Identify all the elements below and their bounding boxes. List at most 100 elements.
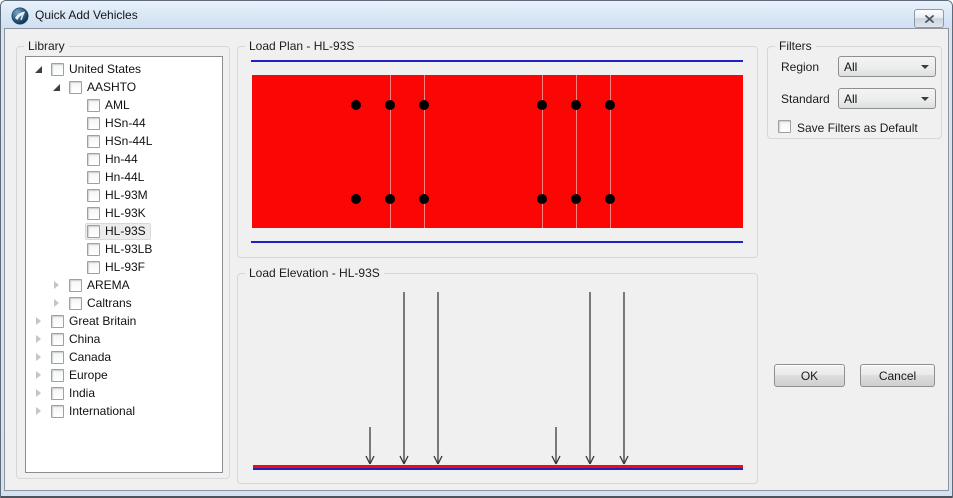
tree-item-hn-44l[interactable]: Hn-44L — [26, 168, 222, 186]
title-bar[interactable]: Quick Add Vehicles — [1, 1, 952, 29]
checkbox-hsn-44[interactable] — [87, 117, 100, 130]
filters-groupbox: Filters Region All Standard All Save Fil… — [767, 46, 942, 139]
wheel-dot — [351, 100, 361, 110]
tree-item-body-europe[interactable]: Europe — [49, 367, 113, 384]
tree-item-label: HSn-44 — [105, 116, 146, 130]
checkbox-india[interactable] — [51, 387, 64, 400]
tree-item-hsn-44l[interactable]: HSn-44L — [26, 132, 222, 150]
checkbox-europe[interactable] — [51, 369, 64, 382]
tree-item-body-canada[interactable]: Canada — [49, 349, 116, 366]
wheel-dot — [605, 194, 615, 204]
tree-item-europe[interactable]: Europe — [26, 366, 222, 384]
tree-item-arema[interactable]: AREMA — [26, 276, 222, 294]
collapse-icon[interactable] — [32, 66, 44, 73]
checkbox-united-states[interactable] — [51, 63, 64, 76]
checkbox-international[interactable] — [51, 405, 64, 418]
checkbox-hn-44l[interactable] — [87, 171, 100, 184]
tree-item-label: China — [69, 332, 100, 346]
tree-item-hsn-44[interactable]: HSn-44 — [26, 114, 222, 132]
tree-item-body-hl-93m[interactable]: HL-93M — [85, 187, 153, 204]
wheel-dot — [571, 100, 581, 110]
tree-item-label: India — [69, 386, 95, 400]
tree-item-label: HL-93K — [105, 206, 146, 220]
save-filters-checkbox[interactable] — [778, 120, 791, 133]
load-plan-group-label: Load Plan - HL-93S — [245, 38, 358, 54]
tree-item-label: AREMA — [87, 278, 130, 292]
ok-button-label: OK — [801, 369, 818, 383]
tree-item-body-hsn-44l[interactable]: HSn-44L — [85, 133, 157, 150]
tree-item-body-caltrans[interactable]: Caltrans — [67, 295, 137, 312]
expand-icon[interactable] — [32, 407, 44, 415]
expand-icon[interactable] — [50, 299, 62, 307]
checkbox-hn-44[interactable] — [87, 153, 100, 166]
expand-icon[interactable] — [32, 335, 44, 343]
tree-item-body-hn-44l[interactable]: Hn-44L — [85, 169, 149, 186]
tree-item-body-great-britain[interactable]: Great Britain — [49, 313, 141, 330]
expand-icon[interactable] — [32, 371, 44, 379]
expand-icon[interactable] — [32, 317, 44, 325]
expand-icon[interactable] — [50, 281, 62, 289]
tree-item-caltrans[interactable]: Caltrans — [26, 294, 222, 312]
tree-item-china[interactable]: China — [26, 330, 222, 348]
tree-item-india[interactable]: India — [26, 384, 222, 402]
standard-selected-value: All — [844, 92, 857, 106]
tree-item-body-international[interactable]: International — [49, 403, 140, 420]
tree-item-body-hl-93lb[interactable]: HL-93LB — [85, 241, 157, 258]
region-label: Region — [781, 60, 819, 74]
tree-item-label: HL-93LB — [105, 242, 152, 256]
tree-item-international[interactable]: International — [26, 402, 222, 420]
checkbox-hl-93s[interactable] — [87, 225, 100, 238]
tree-item-hl-93m[interactable]: HL-93M — [26, 186, 222, 204]
tree-item-hl-93f[interactable]: HL-93F — [26, 258, 222, 276]
tree-item-hl-93lb[interactable]: HL-93LB — [26, 240, 222, 258]
tree-item-body-arema[interactable]: AREMA — [67, 277, 135, 294]
tree-item-hl-93k[interactable]: HL-93K — [26, 204, 222, 222]
checkbox-great-britain[interactable] — [51, 315, 64, 328]
ok-button[interactable]: OK — [774, 364, 845, 387]
tree-item-label: Caltrans — [87, 296, 132, 310]
checkbox-hl-93f[interactable] — [87, 261, 100, 274]
checkbox-canada[interactable] — [51, 351, 64, 364]
close-button[interactable] — [914, 9, 944, 28]
cancel-button[interactable]: Cancel — [860, 364, 935, 387]
expand-icon[interactable] — [32, 389, 44, 397]
tree-item-body-hsn-44[interactable]: HSn-44 — [85, 115, 151, 132]
tree-item-body-aml[interactable]: AML — [85, 97, 135, 114]
tree-item-body-india[interactable]: India — [49, 385, 100, 402]
dialog-client-area: Library United StatesAASHTOAMLHSn-44HSn-… — [4, 28, 949, 491]
tree-item-body-hl-93k[interactable]: HL-93K — [85, 205, 151, 222]
checkbox-china[interactable] — [51, 333, 64, 346]
tree-item-body-hl-93s[interactable]: HL-93S — [85, 223, 151, 240]
expand-icon[interactable] — [32, 353, 44, 361]
axle-line — [576, 75, 577, 228]
checkbox-aashto[interactable] — [69, 81, 82, 94]
tree-item-hn-44[interactable]: Hn-44 — [26, 150, 222, 168]
tree-item-body-united-states[interactable]: United States — [49, 61, 146, 78]
tree-item-aml[interactable]: AML — [26, 96, 222, 114]
tree-item-body-hl-93f[interactable]: HL-93F — [85, 259, 150, 276]
tree-item-body-china[interactable]: China — [49, 331, 105, 348]
checkbox-hl-93k[interactable] — [87, 207, 100, 220]
wheel-dot — [419, 100, 429, 110]
wheel-dot — [537, 194, 547, 204]
standard-dropdown[interactable]: All — [838, 88, 936, 109]
tree-item-body-hn-44[interactable]: Hn-44 — [85, 151, 143, 168]
checkbox-hl-93m[interactable] — [87, 189, 100, 202]
tree-item-aashto[interactable]: AASHTO — [26, 78, 222, 96]
tree-item-body-aashto[interactable]: AASHTO — [67, 79, 141, 96]
checkbox-arema[interactable] — [69, 279, 82, 292]
tree-item-label: United States — [69, 62, 141, 76]
region-dropdown[interactable]: All — [838, 56, 936, 77]
checkbox-aml[interactable] — [87, 99, 100, 112]
vehicle-library-tree[interactable]: United StatesAASHTOAMLHSn-44HSn-44LHn-44… — [25, 56, 223, 473]
tree-item-great-britain[interactable]: Great Britain — [26, 312, 222, 330]
checkbox-caltrans[interactable] — [69, 297, 82, 310]
tree-item-canada[interactable]: Canada — [26, 348, 222, 366]
checkbox-hsn-44l[interactable] — [87, 135, 100, 148]
tree-item-label: HL-93F — [105, 260, 145, 274]
collapse-icon[interactable] — [50, 84, 62, 91]
tree-item-united-states[interactable]: United States — [26, 60, 222, 78]
tree-item-label: AML — [105, 98, 130, 112]
checkbox-hl-93lb[interactable] — [87, 243, 100, 256]
tree-item-hl-93s[interactable]: HL-93S — [26, 222, 222, 240]
